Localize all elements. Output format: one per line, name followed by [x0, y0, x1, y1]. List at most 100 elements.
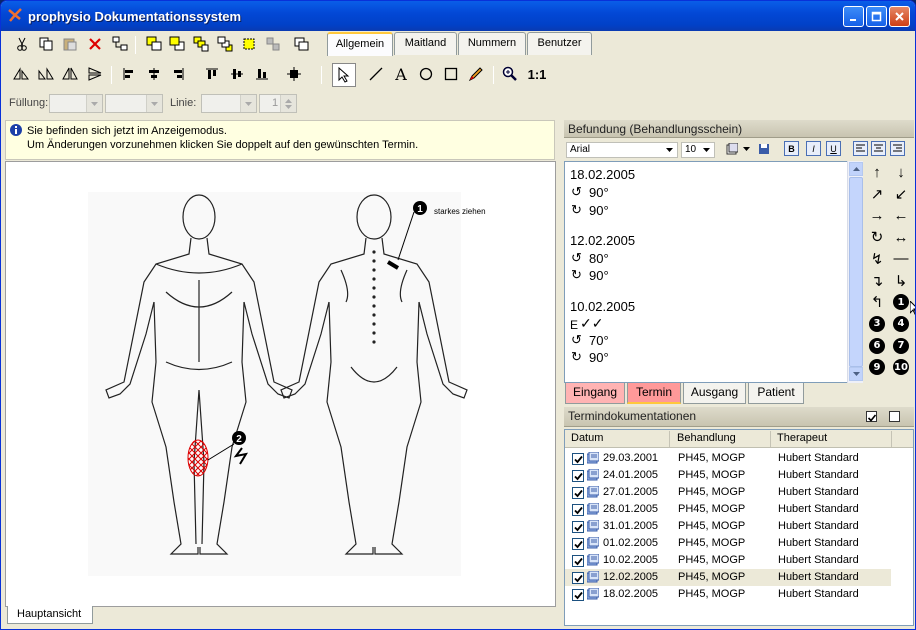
arrow-down-icon[interactable]: ↓ — [891, 162, 911, 182]
spin-icon[interactable] — [280, 95, 296, 112]
termine-table[interactable]: Datum Behandlung Therapeut 29.03.2001 PH4… — [564, 429, 914, 626]
arrow-down-left-icon[interactable]: ↙ — [891, 184, 911, 204]
scroll-down-icon[interactable] — [849, 367, 863, 381]
open-icon[interactable] — [724, 141, 740, 157]
arrow-up-right-icon[interactable]: ↗ — [867, 184, 887, 204]
paste-icon[interactable] — [60, 34, 80, 54]
table-row[interactable]: 10.02.2005 PH45, MOGP Hubert Standard — [565, 552, 891, 569]
number-1-icon[interactable]: 1 — [891, 292, 911, 312]
align-right-icon[interactable] — [168, 64, 188, 84]
table-row[interactable]: 28.01.2005 PH45, MOGP Hubert Standard — [565, 501, 891, 518]
zoom-icon[interactable] — [500, 64, 520, 84]
text-align-right-icon[interactable] — [890, 141, 905, 156]
number-7-icon[interactable]: 7 — [891, 336, 911, 356]
turn-up-icon[interactable]: ↰ — [867, 292, 887, 312]
fill-style-select[interactable] — [105, 94, 163, 113]
turn-down-icon[interactable]: ↴ — [867, 271, 887, 291]
table-row[interactable]: 01.02.2005 PH45, MOGP Hubert Standard — [565, 535, 891, 552]
row-checkbox[interactable] — [572, 453, 584, 465]
line-color-select[interactable] — [201, 94, 257, 113]
minimize-button[interactable] — [843, 6, 864, 27]
rotate-right-icon[interactable] — [36, 64, 56, 84]
column-behandlung[interactable]: Behandlung — [677, 432, 736, 444]
rotate-left-icon[interactable] — [11, 64, 31, 84]
table-row[interactable]: 29.03.2001 PH45, MOGP Hubert Standard — [565, 450, 891, 467]
rectangle-tool-icon[interactable] — [441, 64, 461, 84]
lightning-icon[interactable]: ↯ — [867, 249, 887, 269]
text-align-left-icon[interactable] — [853, 141, 868, 156]
tab-patient[interactable]: Patient — [748, 383, 804, 404]
duplicate-icon[interactable] — [291, 34, 311, 54]
number-6-icon[interactable]: 6 — [867, 336, 887, 356]
arrow-up-icon[interactable]: ↑ — [867, 162, 887, 182]
line-tool-icon[interactable] — [366, 64, 386, 84]
text-align-center-icon[interactable] — [871, 141, 886, 156]
bold-button[interactable]: B — [784, 141, 799, 156]
zoom-actual-size-icon[interactable]: 1:1 — [525, 64, 549, 84]
tab-termin[interactable]: Termin — [627, 383, 681, 404]
row-checkbox[interactable] — [572, 589, 584, 601]
bring-front-icon[interactable] — [144, 34, 164, 54]
save-icon[interactable] — [756, 141, 772, 157]
number-3-icon[interactable]: 3 — [867, 314, 887, 334]
table-row[interactable]: 31.01.2005 PH45, MOGP Hubert Standard — [565, 518, 891, 535]
number-4-icon[interactable]: 4 — [891, 314, 911, 334]
number-10-icon[interactable]: 10 — [891, 357, 911, 377]
arrow-right-icon[interactable]: → — [867, 205, 887, 225]
arrow-left-icon[interactable]: ← — [891, 205, 911, 225]
ellipse-tool-icon[interactable] — [416, 64, 436, 84]
table-row[interactable]: 12.02.2005 PH45, MOGP Hubert Standard — [565, 569, 891, 586]
font-size-select[interactable]: 10 — [681, 142, 715, 158]
backward-icon[interactable] — [215, 34, 235, 54]
table-row[interactable]: 24.01.2005 PH45, MOGP Hubert Standard — [565, 467, 891, 484]
copy-icon[interactable] — [36, 34, 56, 54]
italic-button[interactable]: I — [806, 141, 821, 156]
align-center-icon[interactable] — [144, 64, 164, 84]
turn-right-icon[interactable]: ↳ — [891, 271, 911, 291]
tab-ausgang[interactable]: Ausgang — [683, 383, 746, 404]
align-left-icon[interactable] — [119, 64, 139, 84]
table-row[interactable]: 27.01.2005 PH45, MOGP Hubert Standard — [565, 484, 891, 501]
align-top-icon[interactable] — [202, 64, 222, 84]
number-9-icon[interactable]: 9 — [867, 357, 887, 377]
befund-scrollbar[interactable] — [847, 161, 863, 383]
column-therapeut[interactable]: Therapeut — [777, 432, 827, 444]
align-middle-icon[interactable] — [227, 64, 247, 84]
chevron-down-icon[interactable] — [740, 141, 752, 157]
befund-editor[interactable]: 18.02.2005 ↺ 90° ↻ 90° 12.02.2005 ↺ 80° … — [564, 161, 862, 383]
table-row[interactable]: 18.02.2005 PH45, MOGP Hubert Standard — [565, 586, 891, 603]
font-select[interactable]: Arial — [566, 142, 678, 158]
row-checkbox[interactable] — [572, 504, 584, 516]
row-checkbox[interactable] — [572, 487, 584, 499]
close-button[interactable] — [889, 6, 910, 27]
select-tool-icon[interactable] — [332, 63, 356, 87]
tab-hauptansicht[interactable]: Hauptansicht — [7, 606, 93, 624]
forward-icon[interactable] — [191, 34, 211, 54]
pain-area-knee[interactable] — [187, 439, 209, 477]
termine-checkall[interactable] — [866, 411, 877, 422]
pencil-tool-icon[interactable] — [466, 64, 486, 84]
column-datum[interactable]: Datum — [571, 432, 603, 444]
dash-icon[interactable]: — — [891, 249, 911, 269]
send-back-icon[interactable] — [167, 34, 187, 54]
group-icon[interactable] — [110, 34, 130, 54]
row-checkbox[interactable] — [572, 538, 584, 550]
maximize-button[interactable] — [866, 6, 887, 27]
scroll-up-icon[interactable] — [849, 162, 863, 176]
arrows-horizontal-icon[interactable]: ↔ — [891, 227, 911, 247]
tab-maitland[interactable]: Maitland — [394, 32, 457, 55]
tab-allgemein[interactable]: Allgemein — [327, 32, 393, 56]
tab-eingang[interactable]: Eingang — [565, 383, 625, 404]
rotate-icon[interactable]: ↻ — [867, 227, 887, 247]
select-frame-icon[interactable] — [239, 34, 259, 54]
text-tool-icon[interactable]: A — [391, 64, 411, 84]
row-checkbox[interactable] — [572, 521, 584, 533]
row-checkbox[interactable] — [572, 572, 584, 584]
flip-horizontal-icon[interactable] — [60, 64, 80, 84]
drawing-canvas[interactable]: 1 starkes ziehen 2 — [5, 161, 556, 607]
cut-icon[interactable] — [12, 34, 32, 54]
title-bar[interactable]: prophysio Dokumentationssystem — [1, 1, 915, 31]
row-checkbox[interactable] — [572, 555, 584, 567]
termine-uncheckall[interactable] — [889, 411, 900, 422]
underline-button[interactable]: U — [826, 141, 841, 156]
